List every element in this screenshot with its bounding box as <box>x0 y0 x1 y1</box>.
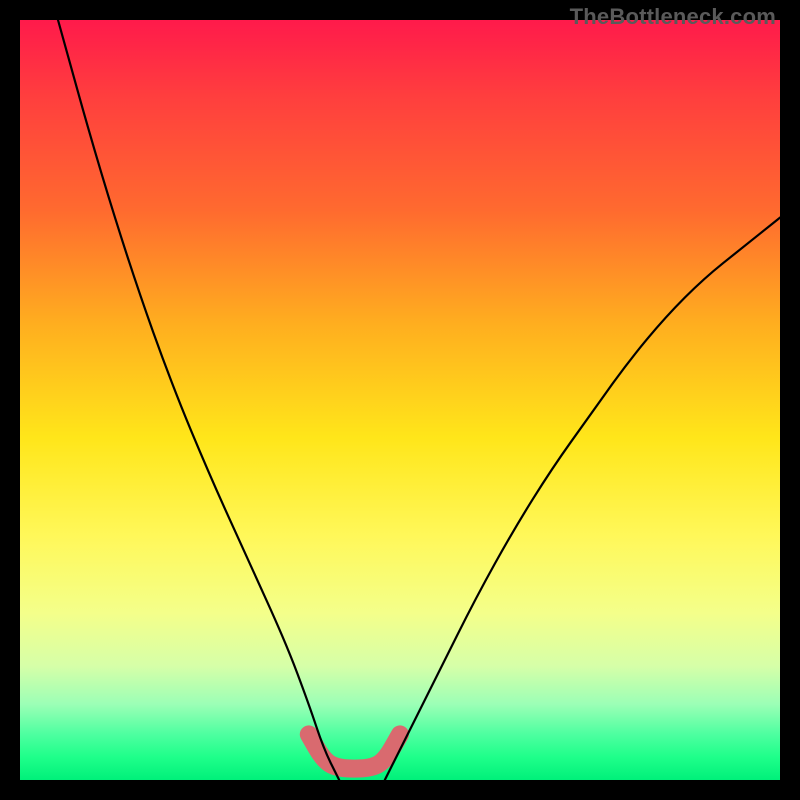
right-curve <box>385 218 780 780</box>
chart-frame: TheBottleneck.com <box>0 0 800 800</box>
curve-layer <box>20 20 780 780</box>
plot-area <box>20 20 780 780</box>
trough-highlight <box>309 734 400 768</box>
watermark-text: TheBottleneck.com <box>570 4 776 30</box>
left-curve <box>58 20 339 780</box>
